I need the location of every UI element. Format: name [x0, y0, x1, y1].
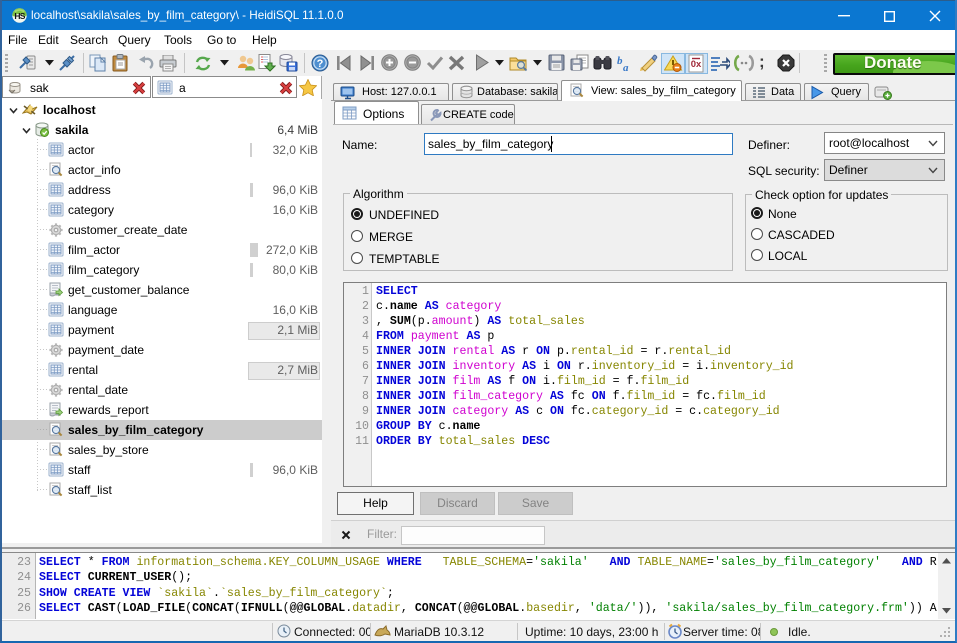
svg-text:0x: 0x	[691, 59, 702, 70]
svg-text:HS: HS	[14, 11, 25, 21]
svg-text:?: ?	[317, 58, 324, 70]
svg-text:a: a	[623, 62, 629, 72]
